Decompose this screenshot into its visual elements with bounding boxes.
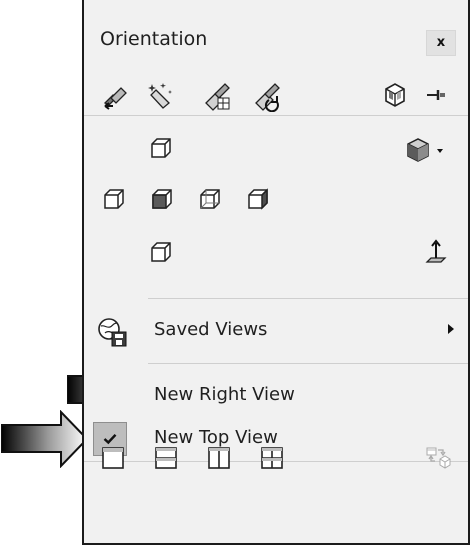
pin-button[interactable] xyxy=(421,79,451,109)
saved-views-menu-item[interactable]: Saved Views xyxy=(84,310,468,350)
close-button[interactable]: x xyxy=(426,30,456,56)
previous-view-icon xyxy=(103,87,127,110)
orientation-panel: Orientation x Saved Views New Right View… xyxy=(82,0,470,545)
saved-views-label: Saved Views xyxy=(154,319,268,340)
four-view-button[interactable] xyxy=(257,443,287,473)
single-view-button[interactable] xyxy=(98,443,128,473)
two-view-vertical-button[interactable] xyxy=(204,443,234,473)
right-view-icon xyxy=(248,188,268,210)
left-view-button[interactable] xyxy=(147,185,177,215)
update-standard-views-icon xyxy=(205,83,230,111)
toolbar-separator xyxy=(84,115,468,116)
front-view-icon xyxy=(104,189,124,209)
saved-views-separator xyxy=(148,363,468,364)
view-selector-icon xyxy=(385,83,405,107)
link-views-button[interactable] xyxy=(423,443,453,473)
top-view-icon xyxy=(151,138,171,158)
panel-header: Orientation x xyxy=(84,0,468,80)
right-view-button[interactable] xyxy=(243,185,273,215)
top-view-button[interactable] xyxy=(146,134,176,164)
new-right-view-menu-item[interactable]: New Right View xyxy=(84,375,468,415)
panel-title: Orientation xyxy=(100,28,208,50)
back-view-icon xyxy=(200,189,220,209)
normal-to-button[interactable] xyxy=(419,238,449,268)
four-view-icon xyxy=(261,447,283,469)
saved-views-icon xyxy=(98,318,127,347)
previous-view-button[interactable] xyxy=(101,82,131,112)
two-view-vertical-icon xyxy=(208,447,230,469)
isometric-dropdown-icon xyxy=(407,138,443,162)
orientation-toolbar xyxy=(84,70,468,114)
viewport-layout-bar xyxy=(84,443,468,483)
new-view-button[interactable] xyxy=(145,80,175,110)
new-view-icon xyxy=(148,83,172,109)
submenu-arrow-icon xyxy=(448,324,454,334)
back-view-button[interactable] xyxy=(195,185,225,215)
standard-views-grid xyxy=(84,118,468,288)
isometric-dropdown-button[interactable] xyxy=(399,134,453,164)
views-separator xyxy=(148,298,468,299)
update-standard-views-button[interactable] xyxy=(201,82,231,112)
reset-standard-views-button[interactable] xyxy=(251,82,281,112)
link-views-icon xyxy=(426,447,451,469)
new-right-view-label: New Right View xyxy=(154,384,295,405)
normal-to-icon xyxy=(425,239,447,263)
view-selector-button[interactable] xyxy=(380,79,410,109)
reset-standard-views-icon xyxy=(255,83,280,112)
front-view-button[interactable] xyxy=(99,185,129,215)
single-view-icon xyxy=(102,447,124,469)
pin-icon xyxy=(427,90,445,100)
bottom-view-icon xyxy=(151,242,171,262)
two-view-horizontal-icon xyxy=(155,447,177,469)
left-view-icon xyxy=(152,189,172,209)
two-view-horizontal-button[interactable] xyxy=(151,443,181,473)
bottom-view-button[interactable] xyxy=(146,238,176,268)
